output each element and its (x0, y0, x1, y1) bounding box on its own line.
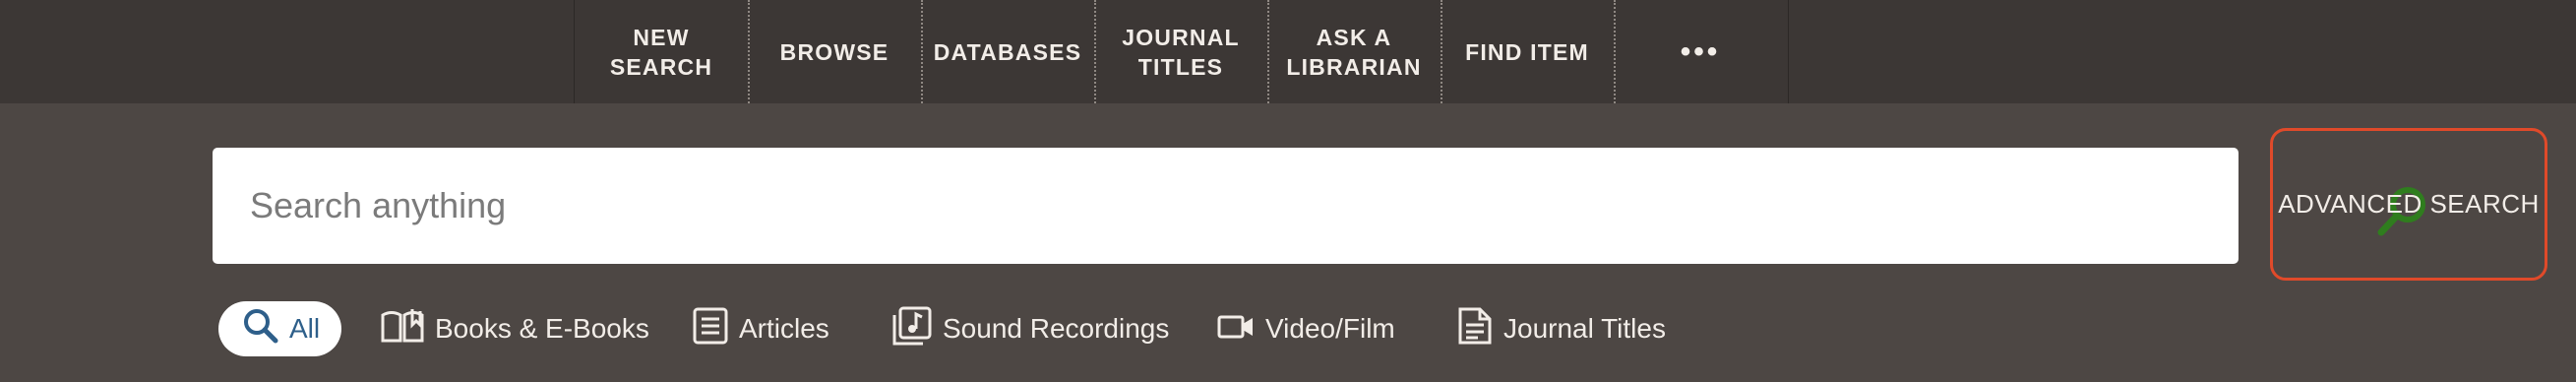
filter-journal-titles[interactable]: Journal Titles (1456, 295, 1666, 362)
search-box (213, 148, 2425, 264)
filter-label: Books & E-Books (435, 313, 649, 344)
filter-all[interactable]: All (218, 301, 342, 356)
music-note-icon (891, 305, 933, 353)
nav-databases[interactable]: DATABASES (921, 0, 1094, 103)
advanced-search-button[interactable]: ADVANCED SEARCH (2270, 128, 2547, 281)
filter-label: Sound Recordings (943, 313, 1170, 344)
filter-video-film[interactable]: Video/Film (1216, 295, 1395, 362)
nav-new-search[interactable]: NEW SEARCH (575, 0, 748, 103)
filter-label: Video/Film (1265, 313, 1395, 344)
filter-label: Articles (739, 313, 829, 344)
format-filter-bar: All Books & E-Books Articles Sound Recor… (0, 295, 2576, 362)
more-menu-button[interactable]: ••• (1614, 0, 1787, 103)
video-camera-icon (1216, 309, 1256, 350)
filter-label: Journal Titles (1503, 313, 1666, 344)
top-navigation-bar: NEW SEARCH BROWSE DATABASES JOURNAL TITL… (0, 0, 2576, 103)
search-input[interactable] (250, 148, 2119, 264)
nav-journal-titles[interactable]: JOURNAL TITLES (1094, 0, 1267, 103)
filter-articles[interactable]: Articles (692, 295, 829, 362)
book-icon (380, 307, 425, 351)
journal-icon (1456, 305, 1494, 353)
nav-find-item[interactable]: FIND ITEM (1441, 0, 1614, 103)
nav-ask-a-librarian[interactable]: ASK A LIBRARIAN (1267, 0, 1441, 103)
filter-label: All (289, 313, 321, 344)
nav-browse[interactable]: BROWSE (748, 0, 921, 103)
filter-books-ebooks[interactable]: Books & E-Books (380, 295, 649, 362)
main-nav: NEW SEARCH BROWSE DATABASES JOURNAL TITL… (574, 0, 1789, 103)
article-icon (692, 306, 729, 352)
search-icon (242, 307, 279, 351)
filter-sound-recordings[interactable]: Sound Recordings (891, 295, 1169, 362)
